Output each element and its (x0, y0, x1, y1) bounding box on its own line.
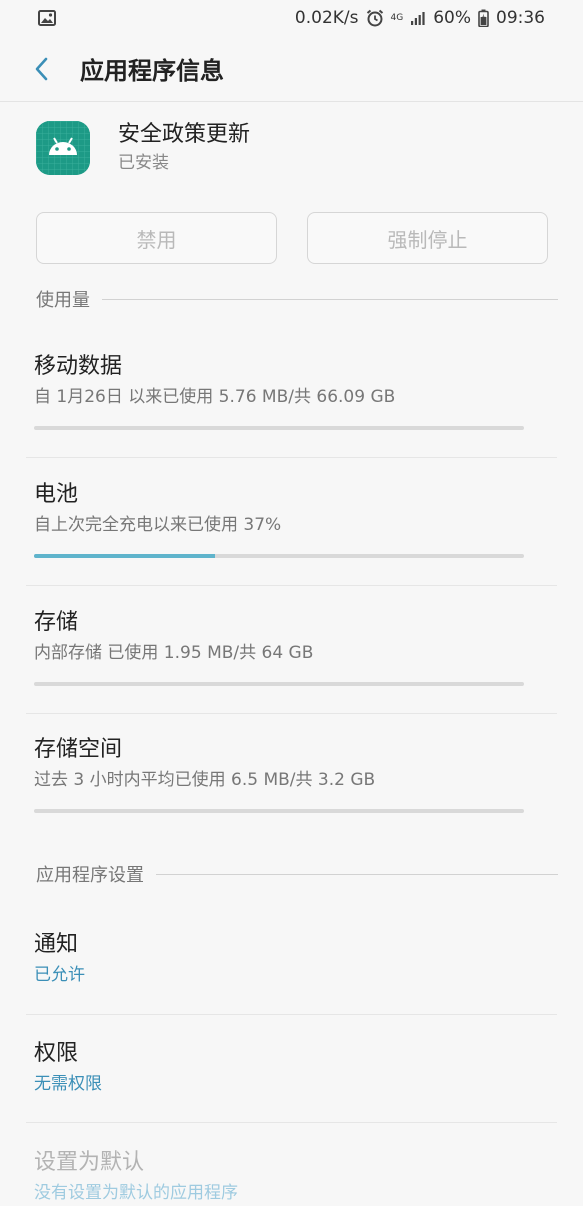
alarm-icon (366, 9, 384, 27)
section-divider (156, 873, 558, 875)
permissions-item[interactable]: 权限 无需权限 (34, 1039, 524, 1097)
divider (26, 585, 557, 586)
network-type: 4G (390, 12, 404, 23)
item-value: 无需权限 (34, 1074, 102, 1094)
status-bar: 0.02K/s 4G 60% 09:36 (0, 0, 583, 36)
item-detail: 自上次完全充电以来已使用 37% (34, 515, 282, 535)
section-divider (102, 298, 558, 300)
mobile-data-item[interactable]: 移动数据 自 1月26日 以来已使用 5.76 MB/共 66.09 GB (34, 352, 524, 430)
force-stop-button[interactable]: 强制停止 (307, 212, 548, 264)
image-icon (38, 10, 56, 26)
notifications-item[interactable]: 通知 已允许 (34, 930, 524, 988)
memory-progress (34, 809, 524, 813)
set-default-item[interactable]: 设置为默认 没有设置为默认的应用程序 (34, 1148, 524, 1206)
battery-progress (34, 554, 524, 558)
item-value: 没有设置为默认的应用程序 (34, 1183, 238, 1203)
signal-indicator: 4G (390, 12, 404, 23)
section-label: 使用量 (36, 290, 90, 311)
app-name: 安全政策更新 (118, 122, 251, 147)
item-title: 电池 (34, 482, 79, 507)
item-title: 存储空间 (34, 737, 123, 762)
item-title: 移动数据 (34, 354, 123, 379)
battery-percent: 60% (433, 8, 471, 28)
storage-item[interactable]: 存储 内部存储 已使用 1.95 MB/共 64 GB (34, 608, 524, 686)
mobile-data-progress (34, 426, 524, 430)
back-button[interactable] (22, 49, 62, 89)
battery-icon (478, 9, 489, 27)
divider (26, 1014, 557, 1015)
action-buttons: 禁用 强制停止 (36, 212, 548, 264)
chevron-left-icon (35, 57, 48, 80)
item-title: 权限 (34, 1041, 79, 1066)
signal-icon (410, 10, 426, 26)
memory-item[interactable]: 存储空间 过去 3 小时内平均已使用 6.5 MB/共 3.2 GB (34, 735, 524, 813)
divider (26, 1122, 557, 1123)
app-bar: 应用程序信息 (0, 36, 583, 102)
net-speed: 0.02K/s (294, 8, 359, 28)
storage-progress (34, 682, 524, 686)
item-detail: 过去 3 小时内平均已使用 6.5 MB/共 3.2 GB (34, 770, 376, 790)
divider (26, 713, 557, 714)
item-detail: 内部存储 已使用 1.95 MB/共 64 GB (34, 643, 314, 663)
progress-fill (34, 554, 216, 558)
clock: 09:36 (496, 8, 545, 28)
divider (26, 457, 557, 458)
app-settings-section-header: 应用程序设置 (36, 861, 558, 887)
item-detail: 自 1月26日 以来已使用 5.76 MB/共 66.09 GB (34, 387, 396, 407)
battery-item[interactable]: 电池 自上次完全充电以来已使用 37% (34, 480, 524, 558)
item-title: 存储 (34, 610, 79, 635)
app-info: 安全政策更新 已安装 (36, 120, 250, 176)
disable-button[interactable]: 禁用 (36, 212, 277, 264)
usage-section-header: 使用量 (36, 286, 558, 312)
android-icon (36, 121, 90, 175)
item-title: 设置为默认 (34, 1150, 145, 1175)
item-value: 已允许 (34, 965, 85, 985)
section-label: 应用程序设置 (36, 865, 144, 886)
app-status: 已安装 (118, 153, 169, 173)
item-title: 通知 (34, 932, 79, 957)
page-title: 应用程序信息 (80, 57, 224, 85)
